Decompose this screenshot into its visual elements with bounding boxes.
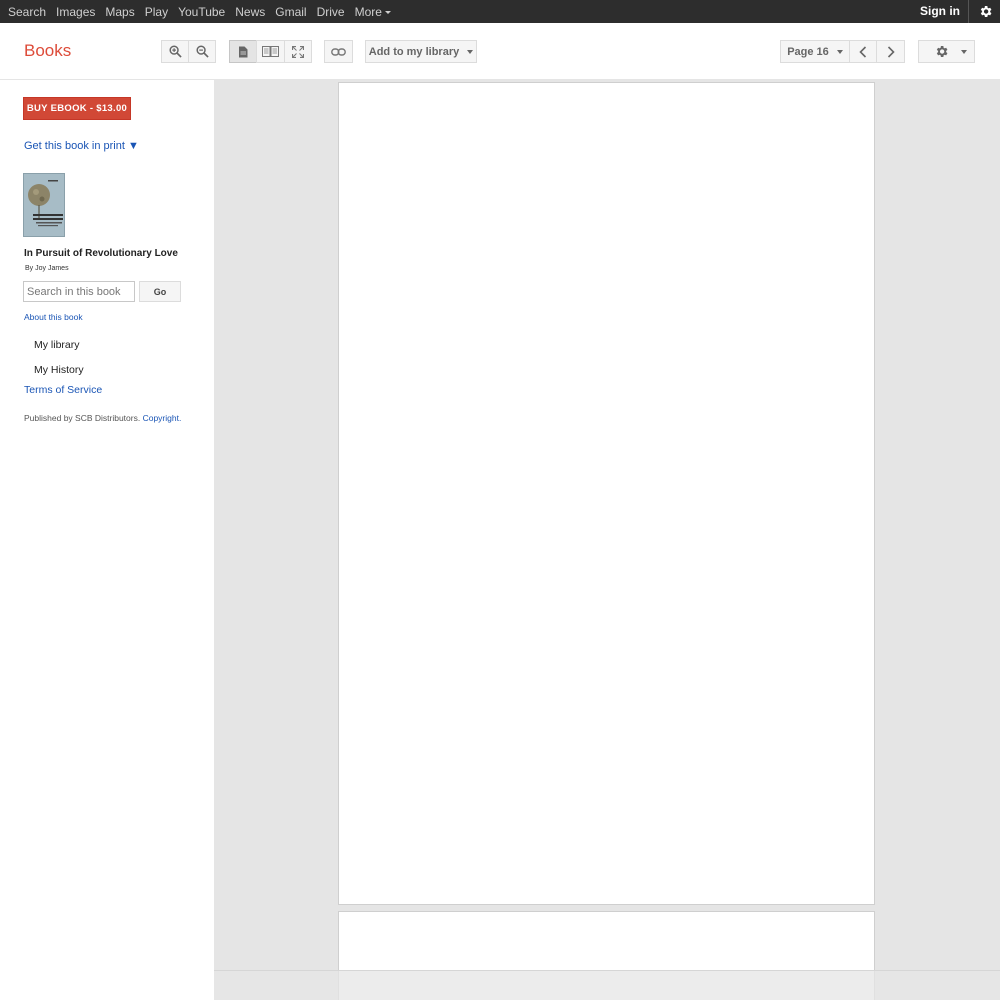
nav-play[interactable]: Play (145, 5, 168, 19)
terms-of-service-link[interactable]: Terms of Service (24, 384, 102, 396)
books-logo[interactable]: Books (24, 41, 71, 61)
page-number-label: Page 16 (787, 45, 829, 58)
single-page-icon (239, 46, 248, 57)
get-book-in-print-link[interactable]: Get this book in print ▼ (24, 140, 139, 152)
publisher-text: Published by SCB Distributors. (24, 413, 141, 423)
zoom-out-button[interactable] (188, 40, 216, 63)
single-page-view-button[interactable] (229, 40, 257, 63)
sign-in-button[interactable]: Sign in (920, 0, 969, 23)
google-bar: Search Images Maps Play YouTube News Gma… (0, 0, 1000, 23)
book-sidebar: BUY EBOOK - $13.00 Get this book in prin… (0, 80, 214, 1000)
caret-down-icon (384, 10, 391, 14)
caret-down-icon (467, 49, 474, 54)
book-page-viewer[interactable] (214, 80, 1000, 1000)
book-page (338, 82, 875, 905)
add-to-library-button[interactable]: Add to my library (365, 40, 477, 63)
two-page-view-button[interactable] (256, 40, 285, 63)
nav-maps[interactable]: Maps (105, 5, 134, 19)
two-page-icon (262, 46, 279, 57)
nav-gmail[interactable]: Gmail (275, 5, 306, 19)
gear-icon (936, 46, 948, 57)
gear-icon[interactable] (978, 4, 993, 19)
search-go-button[interactable]: Go (139, 281, 181, 302)
settings-menu-button[interactable] (918, 40, 975, 63)
book-cover-thumbnail[interactable] (23, 173, 65, 237)
nav-search[interactable]: Search (8, 5, 46, 19)
about-this-book-link[interactable]: About this book (24, 312, 83, 322)
chevron-right-icon (887, 45, 895, 58)
page-select-button[interactable]: Page 16 (780, 40, 850, 63)
buy-ebook-button[interactable]: BUY EBOOK - $13.00 (23, 97, 131, 120)
nav-news[interactable]: News (235, 5, 265, 19)
nav-more[interactable]: More (355, 5, 391, 19)
link-button[interactable] (324, 40, 353, 63)
add-to-library-label: Add to my library (368, 45, 460, 58)
my-library-link[interactable]: My library (34, 339, 80, 351)
book-cover-image (24, 174, 64, 236)
caret-down-icon (961, 49, 967, 54)
nav-youtube[interactable]: YouTube (178, 5, 225, 19)
search-in-book-input[interactable] (23, 281, 135, 302)
google-nav: Search Images Maps Play YouTube News Gma… (8, 0, 401, 23)
chevron-left-icon (859, 45, 867, 58)
publisher-info: Published by SCB Distributors. Copyright… (24, 413, 181, 423)
nav-drive[interactable]: Drive (317, 5, 345, 19)
nav-images[interactable]: Images (56, 5, 95, 19)
book-title: In Pursuit of Revolutionary Love (24, 248, 178, 259)
zoom-out-icon (195, 45, 209, 58)
nav-more-label: More (354, 4, 382, 19)
copyright-link[interactable]: Copyright. (143, 413, 182, 423)
books-toolbar: Books Add to my library Page 16 (0, 23, 1000, 80)
zoom-in-icon (168, 45, 182, 58)
my-history-link[interactable]: My History (34, 364, 84, 376)
fullscreen-button[interactable] (284, 40, 312, 63)
book-author: By Joy James (25, 265, 69, 272)
previous-page-button[interactable] (849, 40, 877, 63)
fullscreen-icon (292, 45, 304, 58)
viewer-footer-bar (214, 970, 1000, 1000)
zoom-in-button[interactable] (161, 40, 189, 63)
link-icon (331, 47, 346, 56)
caret-down-icon (836, 49, 843, 54)
next-page-button[interactable] (876, 40, 905, 63)
